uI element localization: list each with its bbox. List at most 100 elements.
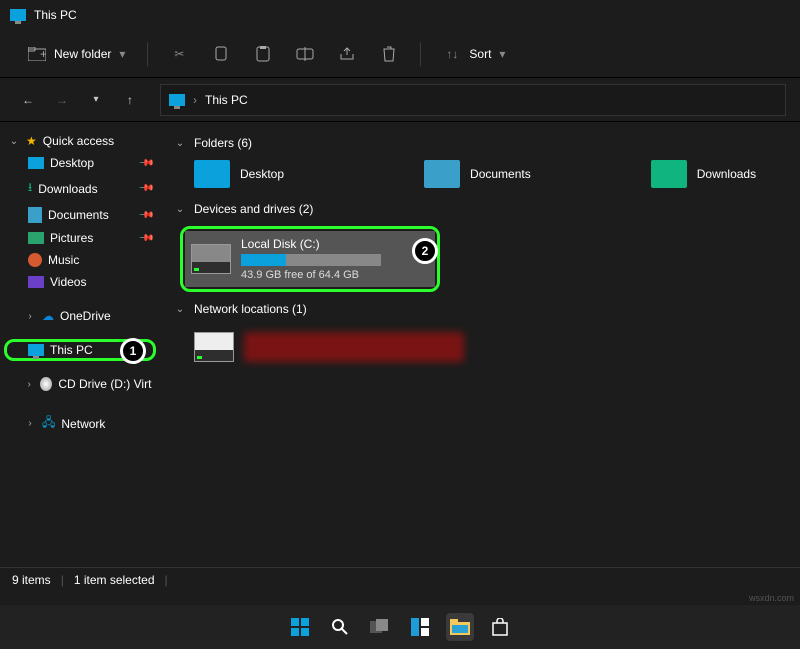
new-folder-label: New folder bbox=[54, 47, 111, 61]
sidebar-item-label: Documents bbox=[48, 208, 109, 222]
chevron-right-icon: › bbox=[24, 311, 36, 322]
sidebar-network[interactable]: ›🖧Network bbox=[4, 409, 156, 438]
section-label: Network locations (1) bbox=[194, 302, 307, 316]
folder-icon bbox=[424, 160, 460, 188]
pictures-icon bbox=[28, 232, 44, 244]
separator: | bbox=[165, 573, 168, 587]
window-title: This PC bbox=[34, 8, 77, 22]
drive-local-disk-c[interactable]: Local Disk (C:) 43.9 GB free of 64.4 GB bbox=[185, 231, 435, 287]
desktop-icon bbox=[28, 157, 44, 169]
new-folder-icon: + bbox=[28, 45, 46, 63]
drive-free-text: 43.9 GB free of 64.4 GB bbox=[241, 269, 381, 281]
paste-button[interactable] bbox=[244, 39, 282, 69]
address-bar[interactable]: › This PC bbox=[160, 84, 786, 116]
section-network[interactable]: ⌄ Network locations (1) bbox=[174, 302, 786, 316]
sidebar-item-music[interactable]: Music bbox=[4, 249, 156, 271]
sidebar-item-label: Music bbox=[48, 253, 79, 267]
forward-button[interactable]: → bbox=[48, 86, 76, 114]
sidebar-item-videos[interactable]: Videos bbox=[4, 271, 156, 293]
new-folder-button[interactable]: + New folder ▾ bbox=[18, 39, 135, 69]
sidebar-item-label: Videos bbox=[50, 275, 86, 289]
sidebar-item-label: Pictures bbox=[50, 231, 93, 245]
rename-icon bbox=[296, 45, 314, 63]
delete-button[interactable] bbox=[370, 39, 408, 69]
breadcrumb-sep: › bbox=[193, 93, 197, 107]
chevron-right-icon: › bbox=[24, 418, 36, 429]
cloud-icon: ☁ bbox=[42, 309, 54, 323]
breadcrumb-root[interactable]: This PC bbox=[205, 93, 248, 107]
chevron-right-icon: › bbox=[24, 379, 34, 390]
main-content: ⌄Folders (6) Desktop Documents Downloads… bbox=[160, 122, 800, 617]
documents-icon bbox=[28, 207, 42, 223]
sidebar-onedrive[interactable]: › ☁ OneDrive bbox=[4, 305, 156, 327]
share-button[interactable] bbox=[328, 39, 366, 69]
section-devices[interactable]: ⌄Devices and drives (2) bbox=[174, 202, 786, 216]
sidebar-item-label: Desktop bbox=[50, 156, 94, 170]
onedrive-label: OneDrive bbox=[60, 309, 111, 323]
cut-button[interactable]: ✂ bbox=[160, 39, 198, 69]
pin-icon: 📌 bbox=[137, 207, 154, 224]
section-folders[interactable]: ⌄Folders (6) bbox=[174, 136, 786, 150]
separator bbox=[147, 42, 148, 66]
toolbar: + New folder ▾ ✂ ↑↓ Sort ▾ bbox=[0, 30, 800, 78]
nav-row: ← → ▾ ↑ › This PC bbox=[0, 78, 800, 122]
rename-button[interactable] bbox=[286, 39, 324, 69]
sidebar-item-desktop[interactable]: Desktop 📌 bbox=[4, 152, 156, 174]
taskbar bbox=[0, 605, 800, 649]
chevron-down-icon: ⌄ bbox=[8, 136, 20, 147]
status-selected: 1 item selected bbox=[74, 573, 155, 587]
recent-button[interactable]: ▾ bbox=[82, 86, 110, 114]
sidebar-item-label: Downloads bbox=[38, 182, 97, 196]
file-explorer-button[interactable] bbox=[446, 613, 474, 641]
annotation-number: 1 bbox=[130, 344, 137, 358]
annotation-badge-1: 1 bbox=[120, 338, 146, 364]
watermark: wsxdn.com bbox=[749, 593, 794, 603]
network-icon: 🖧 bbox=[42, 413, 55, 434]
scissors-icon: ✂ bbox=[170, 45, 188, 63]
sidebar-item-pictures[interactable]: Pictures 📌 bbox=[4, 227, 156, 249]
separator bbox=[420, 42, 421, 66]
trash-icon bbox=[380, 45, 398, 63]
pin-icon: 📌 bbox=[137, 155, 154, 172]
sidebar-cd-drive[interactable]: ›CD Drive (D:) Virtual bbox=[4, 373, 156, 395]
task-view-button[interactable] bbox=[366, 613, 394, 641]
annotation-badge-2: 2 bbox=[412, 238, 438, 264]
sidebar-item-documents[interactable]: Documents 📌 bbox=[4, 203, 156, 227]
section-label: Devices and drives (2) bbox=[194, 202, 313, 216]
sidebar-quick-access[interactable]: ⌄ ★ Quick access bbox=[4, 130, 156, 152]
chevron-down-icon: ⌄ bbox=[174, 138, 186, 149]
folder-desktop[interactable]: Desktop bbox=[194, 160, 284, 188]
back-button[interactable]: ← bbox=[14, 86, 42, 114]
up-button[interactable]: ↑ bbox=[116, 86, 144, 114]
chevron-down-icon: ▾ bbox=[119, 47, 125, 61]
this-pc-icon bbox=[10, 9, 26, 21]
share-icon bbox=[338, 45, 356, 63]
separator: | bbox=[61, 573, 64, 587]
folder-label: Documents bbox=[470, 167, 531, 181]
copy-button[interactable] bbox=[202, 39, 240, 69]
pin-icon: 📌 bbox=[137, 180, 154, 197]
drive-icon bbox=[191, 244, 231, 274]
search-button[interactable] bbox=[326, 613, 354, 641]
paste-icon bbox=[254, 45, 272, 63]
store-button[interactable] bbox=[486, 613, 514, 641]
start-button[interactable] bbox=[286, 613, 314, 641]
widgets-button[interactable] bbox=[406, 613, 434, 641]
sort-icon: ↑↓ bbox=[443, 45, 461, 63]
network-location-item[interactable] bbox=[174, 326, 474, 368]
chevron-down-icon: ⌄ bbox=[174, 304, 186, 315]
folder-icon bbox=[651, 160, 687, 188]
sidebar-item-downloads[interactable]: ⭳Downloads📌 bbox=[4, 174, 156, 203]
this-pc-label: This PC bbox=[50, 343, 93, 357]
status-item-count: 9 items bbox=[12, 573, 51, 587]
sort-button[interactable]: ↑↓ Sort ▾ bbox=[433, 39, 515, 69]
drive-label: Local Disk (C:) bbox=[241, 237, 381, 251]
svg-text:+: + bbox=[40, 47, 46, 61]
this-pc-icon bbox=[28, 344, 44, 356]
folder-documents[interactable]: Documents bbox=[424, 160, 531, 188]
status-bar: 9 items | 1 item selected | bbox=[0, 567, 800, 591]
folder-icon bbox=[194, 160, 230, 188]
star-icon: ★ bbox=[26, 134, 37, 148]
pin-icon: 📌 bbox=[137, 230, 154, 247]
folder-downloads[interactable]: Downloads bbox=[651, 160, 756, 188]
